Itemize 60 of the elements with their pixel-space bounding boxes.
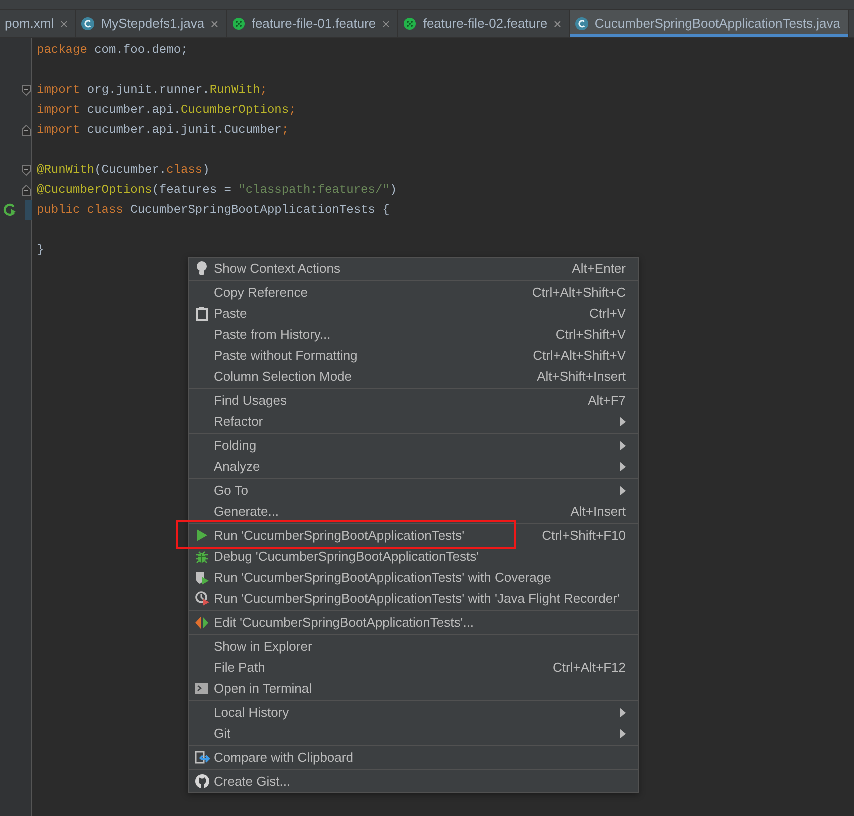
- menu-item[interactable]: Edit 'CucumberSpringBootApplicationTests'...: [189, 612, 638, 633]
- code-line: }: [37, 243, 44, 257]
- shield-run-icon: [194, 570, 210, 584]
- bug-icon: [195, 550, 209, 564]
- menu-item[interactable]: Run 'CucumberSpringBootApplicationTests' with Coverage: [189, 567, 638, 588]
- menu-item[interactable]: Run 'CucumberSpringBootApplicationTests' with 'Java Flight Recorder': [189, 588, 638, 609]
- clock-run-icon: [194, 591, 210, 606]
- code-line: package com.foo.demo;: [37, 43, 188, 57]
- menu-item[interactable]: Generate... Alt+Insert: [189, 501, 638, 522]
- menu-item[interactable]: Paste from History... Ctrl+Shift+V: [189, 324, 638, 345]
- menu-item[interactable]: Column Selection Mode Alt+Shift+Insert: [189, 366, 638, 387]
- code-line: public class CucumberSpringBootApplicationTests {: [37, 203, 390, 217]
- menu-item[interactable]: Analyze: [189, 456, 638, 477]
- code-line: @CucumberOptions(features = "classpath:features/"): [37, 183, 398, 197]
- menu-item[interactable]: Go To: [189, 480, 638, 501]
- compare-icon: [194, 750, 210, 765]
- fold-icon[interactable]: [22, 84, 31, 96]
- close-icon[interactable]: ×: [554, 16, 562, 32]
- menu-item[interactable]: Copy Reference Ctrl+Alt+Shift+C: [189, 282, 638, 303]
- code-line: import org.junit.runner.RunWith;: [37, 83, 268, 97]
- play-icon: [196, 529, 208, 542]
- menu-item[interactable]: Compare with Clipboard: [189, 747, 638, 768]
- class-icon: [574, 16, 589, 30]
- editor-tab[interactable]: feature-file-02.feature ×: [398, 10, 570, 37]
- editor-tab[interactable]: MyStepdefs1.java ×: [76, 10, 227, 37]
- menu-item[interactable]: Paste without Formatting Ctrl+Alt+Shift+V: [189, 345, 638, 366]
- menu-item[interactable]: Show in Explorer: [189, 636, 638, 657]
- menu-item[interactable]: Local History: [189, 702, 638, 723]
- fold-icon[interactable]: [22, 124, 31, 136]
- close-icon[interactable]: ×: [210, 16, 219, 32]
- menu-item[interactable]: Find Usages Alt+F7: [189, 390, 638, 411]
- run-gutter-icon[interactable]: [3, 203, 17, 217]
- menu-item[interactable]: Refactor: [189, 411, 638, 432]
- fold-icon[interactable]: [22, 164, 31, 176]
- lightbulb-icon: [196, 261, 208, 276]
- terminal-icon: [195, 682, 209, 694]
- clipboard-icon: [196, 306, 208, 320]
- editor-tab[interactable]: CucumberSpringBootApplicationTests.java: [570, 10, 848, 37]
- editor-tab[interactable]: pom.xml ×: [0, 10, 76, 37]
- close-icon[interactable]: ×: [60, 16, 68, 32]
- code-line: @RunWith(Cucumber.class): [37, 163, 210, 177]
- close-icon[interactable]: ×: [382, 16, 390, 32]
- menu-item[interactable]: Show Context Actions Alt+Enter: [189, 258, 638, 279]
- editor-tab[interactable]: feature-file-01.feature ×: [226, 10, 398, 37]
- code-line: import cucumber.api.junit.Cucumber;: [37, 123, 290, 137]
- class-icon: [81, 16, 96, 30]
- menu-item[interactable]: Open in Terminal: [189, 678, 638, 699]
- menu-item[interactable]: Create Gist...: [189, 771, 638, 792]
- cucumber-icon: [232, 16, 246, 30]
- github-icon: [194, 774, 210, 789]
- fold-icon[interactable]: [22, 184, 31, 196]
- menu-item[interactable]: Folding: [189, 435, 638, 456]
- code-line: import cucumber.api.CucumberOptions;: [37, 103, 296, 117]
- menu-item[interactable]: Git: [189, 723, 638, 744]
- menu-item[interactable]: Paste Ctrl+V: [189, 303, 638, 324]
- menu-item[interactable]: Run 'CucumberSpringBootApplicationTests' Ctrl+Shift+F10: [189, 525, 638, 546]
- menu-item[interactable]: File Path Ctrl+Alt+F12: [189, 657, 638, 678]
- edit-config-icon: [195, 616, 209, 630]
- cucumber-icon: [403, 16, 418, 30]
- menu-item[interactable]: Debug 'CucumberSpringBootApplicationTests': [189, 546, 638, 567]
